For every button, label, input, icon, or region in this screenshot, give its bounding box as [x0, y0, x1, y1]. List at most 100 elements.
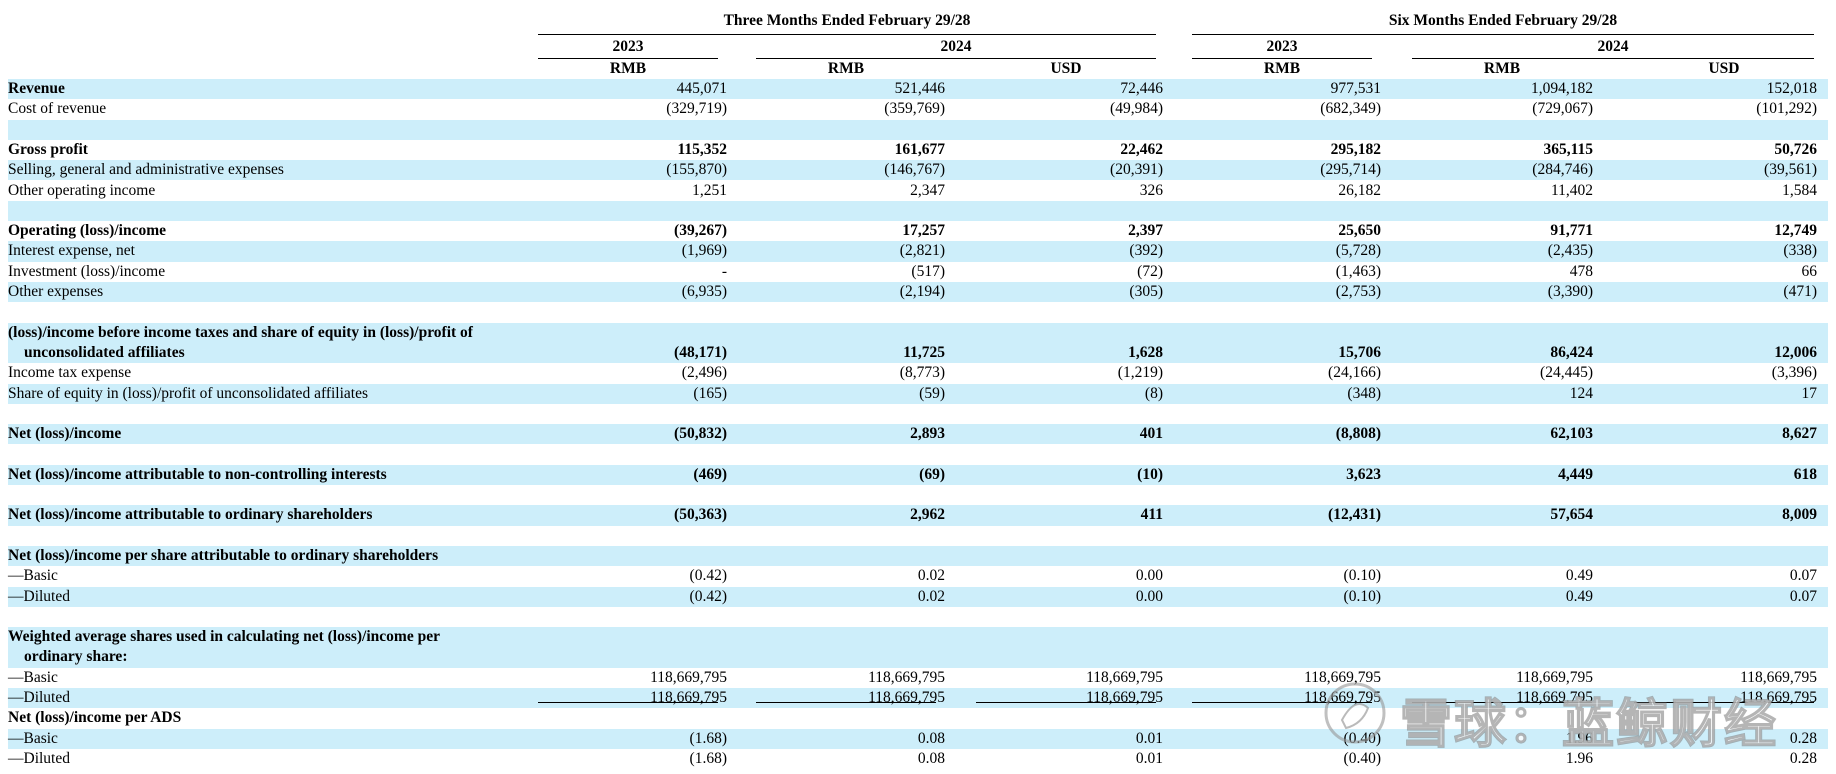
row-value: (1,969): [681, 242, 727, 260]
row-value: (3,390): [1547, 283, 1593, 300]
row-value: (0.10): [1343, 567, 1381, 585]
section-rule: [976, 702, 1156, 703]
row-value: (12,431): [1328, 506, 1381, 524]
row-value: (8,808): [1335, 425, 1381, 443]
row-label: Other operating income: [8, 181, 156, 199]
row-value: 118,669,795: [1304, 689, 1381, 706]
row-value: 62,103: [1550, 425, 1593, 443]
row-value: (20,391): [1110, 161, 1163, 179]
row-value: (338): [1783, 242, 1817, 260]
row-label: Operating (loss)/income: [8, 222, 166, 240]
row-value: (59): [919, 384, 945, 402]
row-value: 0.02: [917, 567, 945, 585]
header-currency: RMB: [827, 60, 865, 77]
row-value: 72,446: [1120, 80, 1163, 97]
row-value: (2,435): [1547, 242, 1593, 260]
row-value: 8,009: [1782, 506, 1817, 524]
row-value: (295,714): [1320, 161, 1381, 179]
row-value: 66: [1801, 262, 1818, 280]
row-band: [8, 200, 1828, 222]
row-value: (2,821): [899, 242, 945, 260]
row-value: 401: [1139, 425, 1163, 443]
row-value: (0.40): [1343, 729, 1381, 747]
row-value: 50,726: [1774, 140, 1817, 158]
row-value: (1,219): [1117, 364, 1163, 382]
row-value: 161,677: [894, 140, 945, 158]
row-value: (517): [911, 262, 945, 280]
row-label: ordinary share:: [24, 648, 128, 666]
row-value: 411: [1140, 506, 1163, 524]
row-value: (24,445): [1540, 364, 1593, 382]
row-value: 25,650: [1338, 222, 1381, 240]
row-label: Net (loss)/income attributable to ordina…: [8, 506, 373, 524]
row-label: Other expenses: [8, 283, 104, 300]
income-statement-table: Three Months Ended February 29/28 Six Mo…: [0, 0, 1836, 774]
section-rule: [538, 702, 718, 703]
header-year-2023-six: 2023: [1266, 38, 1298, 55]
section-rule: [1192, 702, 1372, 703]
row-value: 0.28: [1789, 729, 1817, 747]
row-label: —Diluted: [8, 689, 70, 706]
row-value: 478: [1569, 262, 1593, 280]
row-value: 445,071: [676, 80, 727, 97]
row-value: 1,584: [1782, 181, 1817, 199]
row-value: 91,771: [1550, 222, 1593, 240]
header-year-2023-three: 2023: [612, 38, 644, 55]
row-value: 2,347: [910, 181, 945, 199]
row-value: (1.68): [689, 749, 727, 767]
row-value: (0.42): [689, 567, 727, 585]
row-band: [8, 647, 1828, 668]
header-year-2024-six: 2024: [1597, 38, 1629, 55]
row-value: (49,984): [1110, 100, 1163, 118]
row-value: 0.28: [1789, 749, 1817, 767]
row-value: 12,006: [1774, 343, 1817, 361]
row-value: (2,194): [899, 283, 945, 300]
row-label: unconsolidated affiliates: [24, 343, 185, 361]
row-value: 0.49: [1565, 567, 1593, 585]
header-three-months: Three Months Ended February 29/28: [723, 12, 971, 29]
row-value: 11,725: [903, 343, 945, 361]
row-value: (69): [919, 465, 945, 483]
row-value: (146,767): [884, 161, 945, 179]
row-value: 2,397: [1128, 222, 1163, 240]
row-value: 0.00: [1135, 587, 1163, 605]
row-value: 17: [1801, 384, 1818, 402]
row-value: (39,561): [1764, 161, 1817, 179]
row-value: 124: [1569, 384, 1593, 402]
section-rule: [1412, 702, 1592, 703]
row-value: 1,251: [692, 181, 727, 199]
row-label: —Basic: [8, 729, 58, 747]
row-value: (0.42): [689, 587, 727, 605]
row-value: (155,870): [666, 161, 727, 179]
row-value: 2,962: [910, 506, 945, 524]
row-value: 118,669,795: [1086, 668, 1163, 686]
row-value: (284,746): [1532, 161, 1593, 179]
row-value: 2,893: [910, 425, 945, 443]
row-value: (50,363): [674, 506, 727, 524]
row-value: (165): [693, 384, 727, 402]
row-value: 22,462: [1120, 140, 1163, 158]
row-value: (8,773): [899, 364, 945, 382]
row-value: 12,749: [1774, 222, 1817, 240]
row-label: Net (loss)/income attributable to non-co…: [8, 465, 387, 483]
row-value: (359,769): [884, 100, 945, 118]
row-value: (8): [1144, 384, 1163, 402]
row-value: 118,669,795: [868, 668, 945, 686]
row-value: (348): [1347, 384, 1381, 402]
header-rule-three: [538, 34, 1156, 35]
row-value: 118,669,795: [1740, 668, 1817, 686]
row-label: Share of equity in (loss)/profit of unco…: [8, 384, 369, 402]
row-value: 1,094,182: [1531, 80, 1593, 97]
row-value: 0.07: [1789, 567, 1817, 585]
section-rule: [756, 702, 936, 703]
row-value: 1.96: [1565, 729, 1593, 747]
row-value: 521,446: [894, 80, 945, 97]
section-rule: [1634, 702, 1814, 703]
row-value: (24,166): [1328, 364, 1381, 382]
header-currency: RMB: [1263, 60, 1301, 77]
row-value: (50,832): [674, 425, 727, 443]
row-value: 365,115: [1543, 140, 1593, 158]
row-value: (471): [1783, 283, 1817, 300]
row-value: 1,628: [1128, 343, 1163, 361]
row-value: 86,424: [1550, 343, 1593, 361]
